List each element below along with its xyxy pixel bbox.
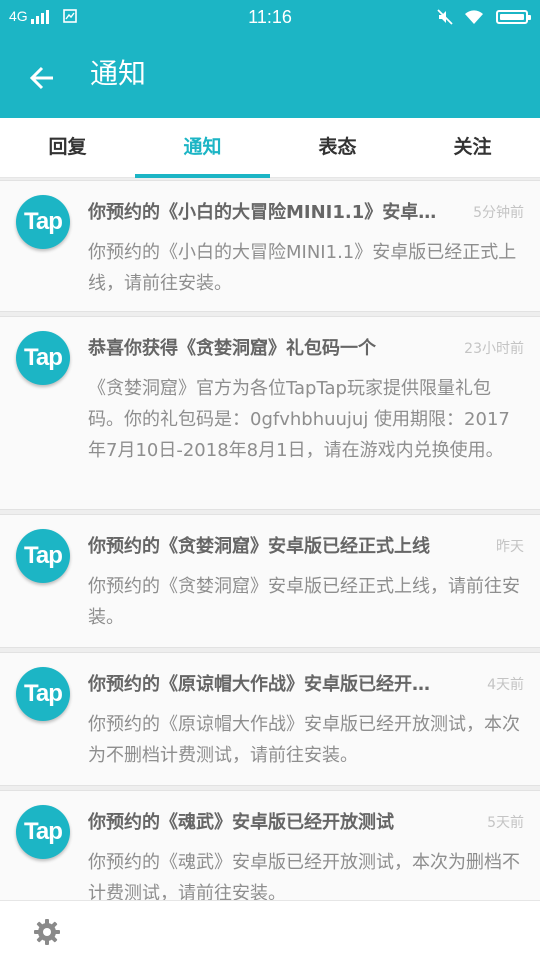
notification-title: 你预约的《原谅帽大作战》安卓版已经开… xyxy=(88,674,430,695)
notification-time: 5分钟前 xyxy=(473,205,524,221)
notification-body: 《贪婪洞窟》官方为各位TapTap玩家提供限量礼包码。你的礼包码是：0gfvhb… xyxy=(88,378,510,461)
wifi-icon xyxy=(465,10,483,24)
bottom-bar xyxy=(0,900,540,960)
notification-title: 你预约的《贪婪洞窟》安卓版已经正式上线 xyxy=(88,536,430,557)
notification-item[interactable]: Tap 你预约的《原谅帽大作战》安卓版已经开… 4天前 你预约的《原谅帽大作战》… xyxy=(0,652,540,786)
back-button[interactable] xyxy=(18,58,66,98)
notification-body: 你预约的《原谅帽大作战》安卓版已经开放测试，本次为不删档计费测试，请前往安装。 xyxy=(88,714,520,766)
mute-icon xyxy=(437,9,453,25)
notification-title: 恭喜你获得《贪婪洞窟》礼包码一个 xyxy=(88,338,376,359)
settings-button[interactable] xyxy=(30,915,64,949)
tab-reply[interactable]: 回复 xyxy=(0,118,135,177)
notification-item[interactable]: Tap 你预约的《魂武》安卓版已经开放测试 5天前 你预约的《魂武》安卓版已经开… xyxy=(0,790,540,900)
tap-avatar: Tap xyxy=(16,529,70,583)
notification-body: 你预约的《魂武》安卓版已经开放测试，本次为删档不计费测试，请前往安装。 xyxy=(88,852,520,900)
notification-time: 23小时前 xyxy=(464,341,524,357)
notification-time: 昨天 xyxy=(496,539,524,555)
tap-avatar: Tap xyxy=(16,667,70,721)
notification-time: 5天前 xyxy=(487,815,524,831)
notification-title: 你预约的《小白的大冒险MINI1.1》安卓… xyxy=(88,202,437,223)
gear-icon xyxy=(34,919,60,945)
tap-avatar: Tap xyxy=(16,331,70,385)
tab-reactions[interactable]: 表态 xyxy=(270,118,405,177)
notification-body: 你预约的《贪婪洞窟》安卓版已经正式上线，请前往安装。 xyxy=(88,576,520,628)
tab-following[interactable]: 关注 xyxy=(405,118,540,177)
notification-item[interactable]: Tap 你预约的《贪婪洞窟》安卓版已经正式上线 昨天 你预约的《贪婪洞窟》安卓版… xyxy=(0,514,540,648)
notification-time: 4天前 xyxy=(487,677,524,693)
tap-avatar: Tap xyxy=(16,805,70,859)
notification-title: 你预约的《魂武》安卓版已经开放测试 xyxy=(88,812,394,833)
notification-body: 你预约的《小白的大冒险MINI1.1》安卓版已经正式上线，请前往安装。 xyxy=(88,242,517,294)
page-title: 通知 xyxy=(90,57,147,90)
status-right xyxy=(426,8,531,26)
notification-item[interactable]: Tap 你预约的《小白的大冒险MINI1.1》安卓… 5分钟前 你预约的《小白的… xyxy=(0,180,540,312)
tab-bar: 回复 通知 表态 关注 xyxy=(0,118,540,178)
notification-item[interactable]: Tap 恭喜你获得《贪婪洞窟》礼包码一个 23小时前 《贪婪洞窟》官方为各位Ta… xyxy=(0,316,540,510)
tab-notifications[interactable]: 通知 xyxy=(135,118,270,178)
arrow-left-icon xyxy=(29,66,53,90)
tap-avatar: Tap xyxy=(16,195,70,249)
battery-icon xyxy=(496,10,531,24)
title-bar: 通知 xyxy=(0,36,540,118)
status-bar: 4G 11:16 xyxy=(0,0,540,36)
notification-list[interactable]: Tap 你预约的《小白的大冒险MINI1.1》安卓… 5分钟前 你预约的《小白的… xyxy=(0,180,540,900)
